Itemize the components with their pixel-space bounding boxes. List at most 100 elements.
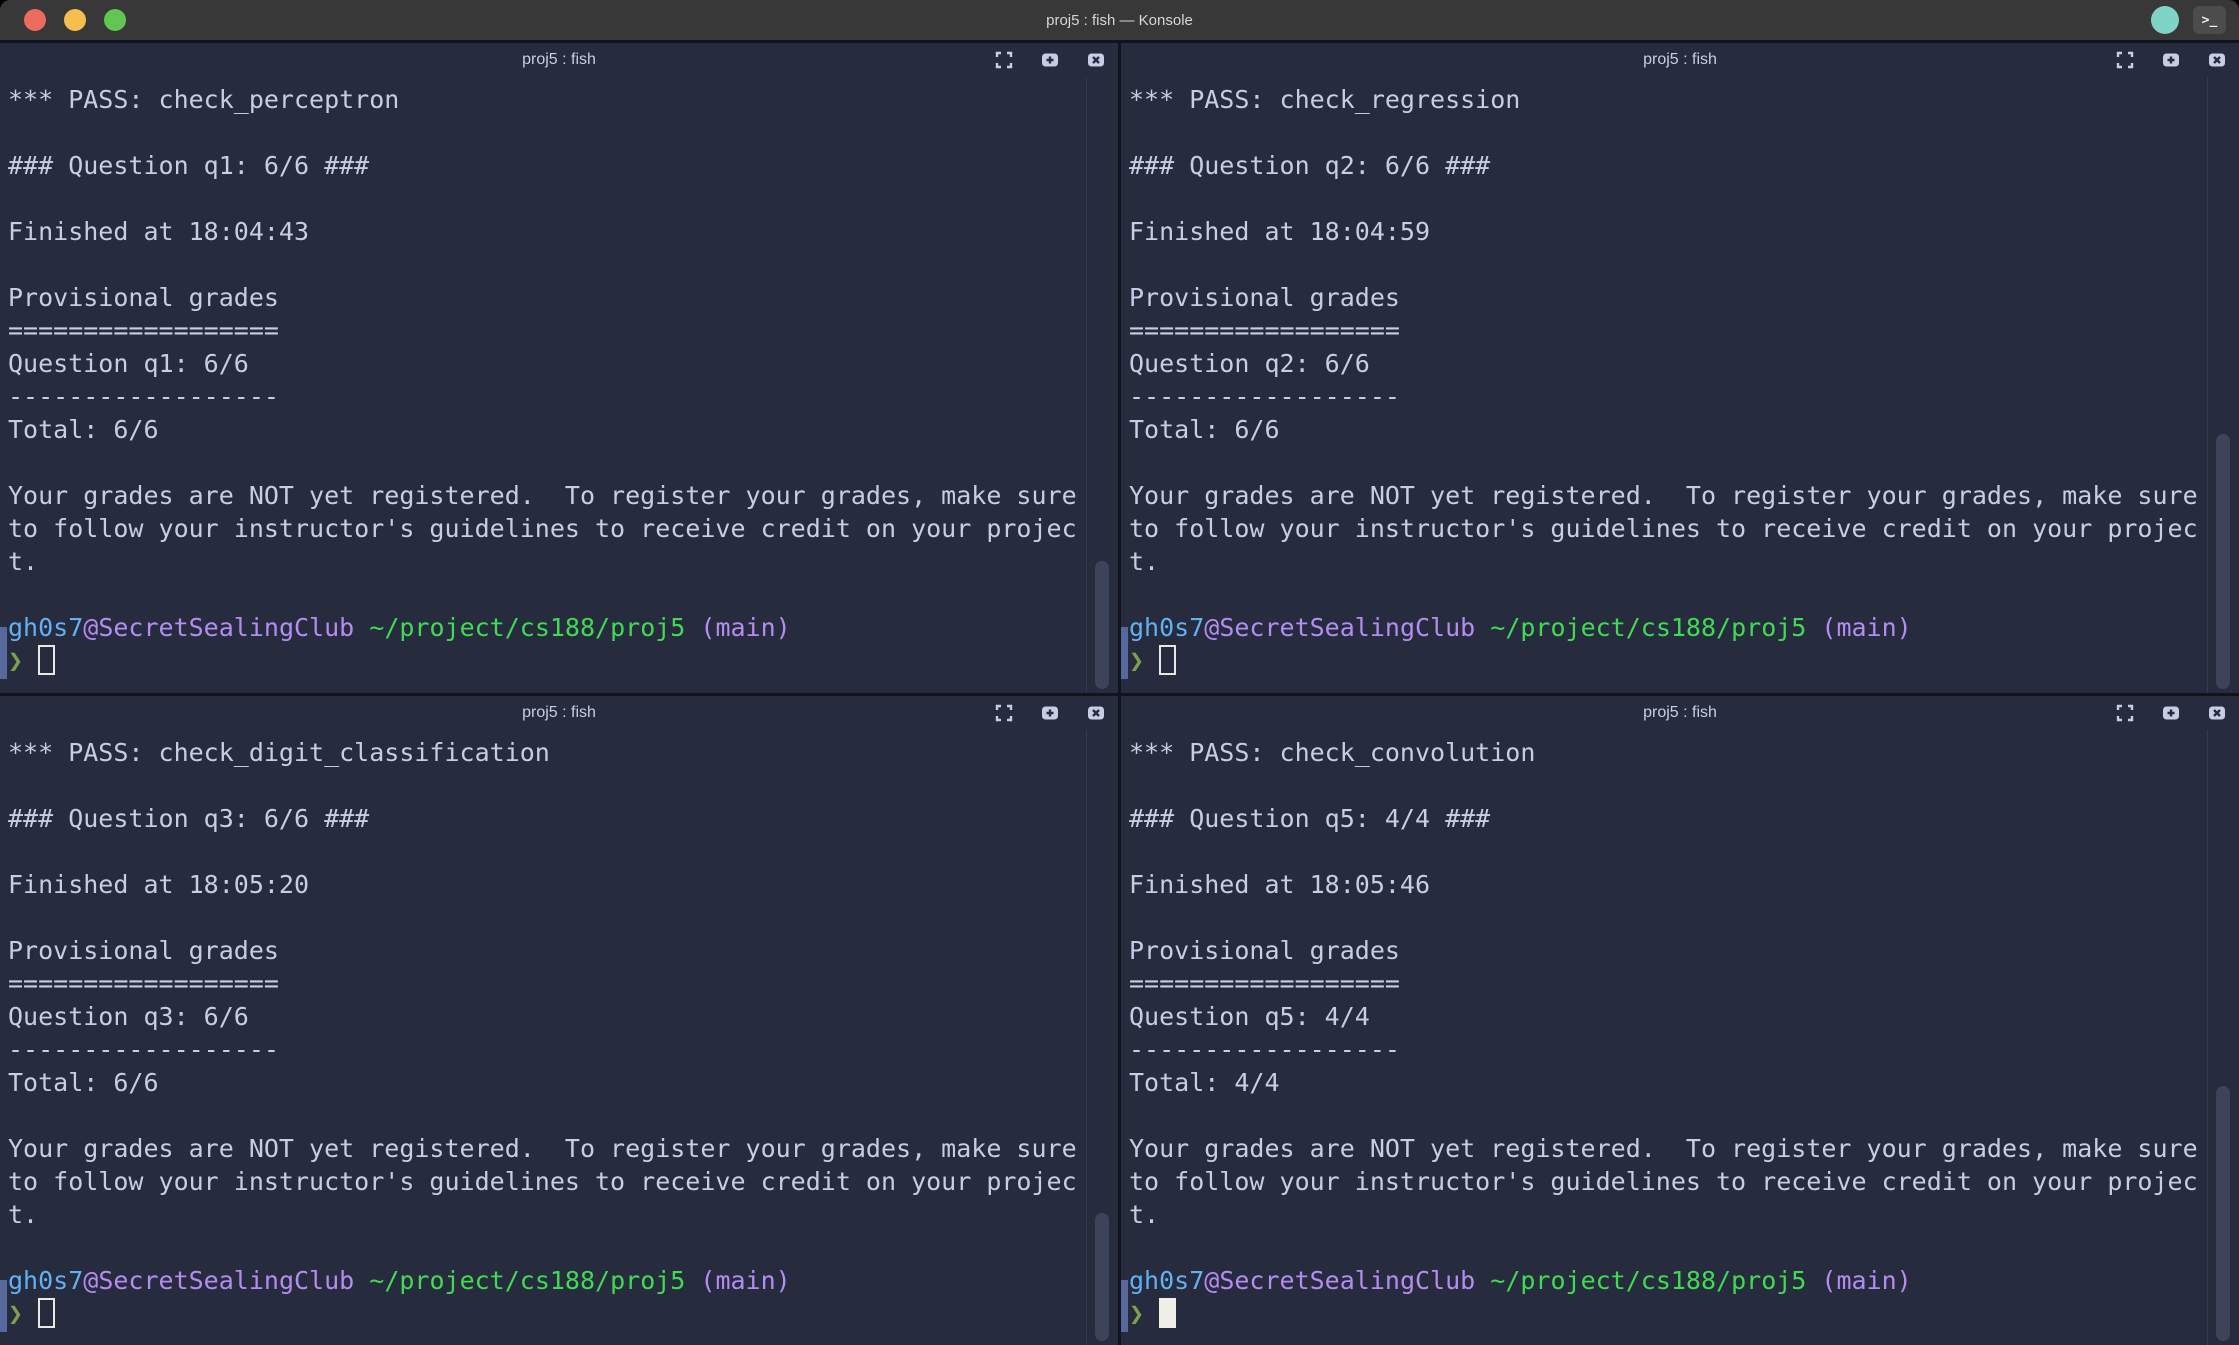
split-view-add-icon[interactable] bbox=[1040, 703, 1060, 723]
split-view-add-icon[interactable] bbox=[2161, 703, 2181, 723]
pane-header: proj5 : fish bbox=[0, 43, 1118, 77]
grades-total: Total: 6/6 bbox=[1129, 413, 2239, 446]
prompt-at-sign: @ bbox=[1204, 1266, 1219, 1295]
blank-line bbox=[1129, 446, 2239, 479]
grades-rule-top: ================== bbox=[1129, 314, 2239, 347]
grades-rule-bottom: ------------------ bbox=[1129, 1033, 2239, 1066]
close-pane-icon[interactable] bbox=[1086, 50, 1106, 70]
split-view-add-icon[interactable] bbox=[1040, 50, 1060, 70]
scrollbar-track[interactable] bbox=[2207, 730, 2239, 1345]
warning-line-2: to follow your instructor's guidelines t… bbox=[8, 1165, 1118, 1198]
pane-header: proj5 : fish bbox=[1121, 696, 2239, 730]
input-line: ❯ bbox=[1129, 644, 2239, 677]
maximize-pane-icon[interactable] bbox=[2115, 703, 2135, 723]
warning-line-1: Your grades are NOT yet registered. To r… bbox=[1129, 1132, 2239, 1165]
maximize-pane-icon[interactable] bbox=[994, 50, 1014, 70]
grades-rule-bottom: ------------------ bbox=[1129, 380, 2239, 413]
blank-line bbox=[1129, 248, 2239, 281]
cursor bbox=[1159, 1298, 1176, 1328]
pass-line: *** PASS: check_digit_classification bbox=[8, 736, 1118, 769]
close-pane-icon[interactable] bbox=[2207, 50, 2227, 70]
blank-line bbox=[8, 182, 1118, 215]
prompt-line: gh0s7@SecretSealingClub ~/project/cs188/… bbox=[1129, 611, 2239, 644]
maximize-pane-icon[interactable] bbox=[994, 703, 1014, 723]
warning-line-3: t. bbox=[1129, 1198, 2239, 1231]
terminal-output[interactable]: *** PASS: check_regression ### Question … bbox=[1121, 77, 2239, 693]
prompt-line: gh0s7@SecretSealingClub ~/project/cs188/… bbox=[1129, 1264, 2239, 1297]
warning-line-1: Your grades are NOT yet registered. To r… bbox=[8, 1132, 1118, 1165]
terminal-pane: proj5 : fish bbox=[1121, 696, 2239, 1345]
prompt-separator bbox=[1144, 646, 1159, 675]
grades-title: Provisional grades bbox=[8, 281, 1118, 314]
blank-line bbox=[1129, 1231, 2239, 1264]
grades-title: Provisional grades bbox=[1129, 281, 2239, 314]
prompt-git-branch: (main) bbox=[1821, 613, 1911, 642]
blank-line bbox=[1129, 835, 2239, 868]
warning-line-1: Your grades are NOT yet registered. To r… bbox=[1129, 479, 2239, 512]
scrolled-lines-highlight-bar bbox=[1121, 1280, 1128, 1332]
close-window-icon[interactable] bbox=[24, 9, 46, 31]
window-title: proj5 : fish — Konsole bbox=[0, 12, 2239, 29]
prompt-git-branch: (main) bbox=[700, 613, 790, 642]
terminal-output[interactable]: *** PASS: check_convolution ### Question… bbox=[1121, 730, 2239, 1345]
prompt-separator bbox=[1144, 1299, 1159, 1328]
maximize-pane-icon[interactable] bbox=[2115, 50, 2135, 70]
grades-question: Question q3: 6/6 bbox=[8, 1000, 1118, 1033]
konsole-window: proj5 : fish — Konsole >_ proj5 : fish bbox=[0, 0, 2239, 1345]
split-view-add-icon[interactable] bbox=[2161, 50, 2181, 70]
input-line: ❯ bbox=[1129, 1297, 2239, 1330]
prompt-line: gh0s7@SecretSealingClub ~/project/cs188/… bbox=[8, 1264, 1118, 1297]
prompt-arrow-icon: ❯ bbox=[1129, 1299, 1144, 1328]
prompt-separator bbox=[1806, 613, 1821, 642]
scrollbar-thumb[interactable] bbox=[2216, 434, 2230, 689]
warning-line-3: t. bbox=[1129, 545, 2239, 578]
prompt-separator bbox=[354, 613, 369, 642]
close-pane-icon[interactable] bbox=[1086, 703, 1106, 723]
pane-header: proj5 : fish bbox=[0, 696, 1118, 730]
zoom-window-icon[interactable] bbox=[104, 9, 126, 31]
scrollbar-track[interactable] bbox=[1086, 730, 1118, 1345]
blank-line bbox=[8, 116, 1118, 149]
finished-line: Finished at 18:04:59 bbox=[1129, 215, 2239, 248]
terminal-app-icon: >_ bbox=[2193, 6, 2226, 34]
pane-header-buttons bbox=[2115, 696, 2227, 730]
prompt-user: gh0s7 bbox=[8, 1266, 83, 1295]
blank-line bbox=[8, 835, 1118, 868]
status-dot-icon bbox=[2151, 6, 2179, 34]
pane-header-buttons bbox=[994, 696, 1106, 730]
scrolled-lines-highlight-bar bbox=[1121, 627, 1128, 679]
blank-line bbox=[1129, 901, 2239, 934]
grades-rule-bottom: ------------------ bbox=[8, 1033, 1118, 1066]
scrollbar-thumb[interactable] bbox=[1095, 561, 1109, 689]
scrollbar-track[interactable] bbox=[2207, 77, 2239, 693]
blank-line bbox=[1129, 769, 2239, 802]
prompt-separator bbox=[23, 1299, 38, 1328]
prompt-separator bbox=[1475, 1266, 1490, 1295]
blank-line bbox=[8, 446, 1118, 479]
prompt-separator bbox=[23, 646, 38, 675]
prompt-at-sign: @ bbox=[1204, 613, 1219, 642]
close-pane-icon[interactable] bbox=[2207, 703, 2227, 723]
minimize-window-icon[interactable] bbox=[64, 9, 86, 31]
warning-line-2: to follow your instructor's guidelines t… bbox=[1129, 512, 2239, 545]
cursor bbox=[38, 645, 55, 675]
grades-question: Question q5: 4/4 bbox=[1129, 1000, 2239, 1033]
prompt-at-sign: @ bbox=[83, 613, 98, 642]
warning-line-3: t. bbox=[8, 545, 1118, 578]
scrollbar-thumb[interactable] bbox=[2216, 1086, 2230, 1341]
terminal-output[interactable]: *** PASS: check_digit_classification ###… bbox=[0, 730, 1118, 1345]
pane-title: proj5 : fish bbox=[1121, 696, 2239, 730]
terminal-output[interactable]: *** PASS: check_perceptron ### Question … bbox=[0, 77, 1118, 693]
finished-line: Finished at 18:05:20 bbox=[8, 868, 1118, 901]
scrollbar-thumb[interactable] bbox=[1095, 1213, 1109, 1341]
pane-title: proj5 : fish bbox=[0, 43, 1118, 77]
prompt-host: SecretSealingClub bbox=[1219, 1266, 1475, 1295]
scrollbar-track[interactable] bbox=[1086, 77, 1118, 693]
prompt-arrow-icon: ❯ bbox=[8, 646, 23, 675]
blank-line bbox=[8, 248, 1118, 281]
cursor bbox=[38, 1298, 55, 1328]
grades-question: Question q1: 6/6 bbox=[8, 347, 1118, 380]
pane-header-buttons bbox=[994, 43, 1106, 77]
finished-line: Finished at 18:05:46 bbox=[1129, 868, 2239, 901]
window-titlebar[interactable]: proj5 : fish — Konsole >_ bbox=[0, 0, 2239, 40]
